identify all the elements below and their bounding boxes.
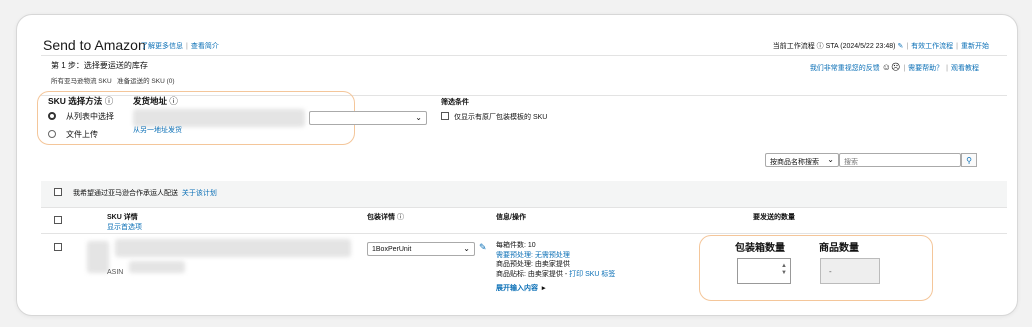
search-input[interactable]: 搜索: [839, 153, 961, 167]
show-preferences-link[interactable]: 显示首选项: [107, 222, 142, 232]
restart-link[interactable]: 重新开始: [961, 43, 989, 50]
asin-label: ASIN: [107, 269, 124, 276]
need-help-link[interactable]: 需要帮助？: [908, 65, 943, 72]
about-program-link[interactable]: 关于该计划: [182, 190, 217, 197]
divider: |: [186, 43, 188, 50]
packing-template-select[interactable]: 1BoxPerUnit ⌄: [367, 242, 475, 256]
pencil-icon[interactable]: ✎: [479, 242, 487, 253]
asin-value-redacted: [129, 261, 185, 273]
table-row-border: [41, 233, 1007, 234]
filter-label: 筛选条件: [441, 99, 469, 106]
table-header-border: [41, 207, 1007, 208]
search-button[interactable]: ⚲: [961, 153, 977, 167]
col-info-actions: 信息/操作: [496, 214, 526, 221]
manufacturer-filter-checkbox[interactable]: [441, 112, 449, 120]
unit-qty-field: -: [820, 258, 880, 284]
divider: |: [903, 65, 906, 72]
col-quantity: 要发送的数量: [753, 214, 795, 221]
item-label-line: 商品贴标: 由卖家提供 - 打印 SKU 标签: [496, 270, 616, 278]
col-sku-details: SKU 详情: [107, 214, 138, 221]
item-prep-line: 商品预处理: 由卖家提供: [496, 261, 570, 268]
workflow-bar: 当前工作流程 ⓘ STA (2024/5/22 23:48) ✎ | 有效工作流程 |…: [773, 41, 989, 51]
view-tutorial-link[interactable]: 观看教程: [951, 65, 979, 72]
product-image-redacted: [87, 241, 109, 273]
radio-from-list[interactable]: [48, 112, 56, 120]
feedback-link[interactable]: 我们非常重视您的反馈: [810, 65, 880, 72]
unit-qty-label: 商品数量: [819, 243, 859, 254]
help-links: 我们非常重视您的反馈 ☺☹ | 需要帮助？ | 观看教程: [810, 62, 979, 73]
caret-right-icon: ▸: [541, 285, 546, 292]
search-type-select[interactable]: 按商品名称搜索 ⌄: [765, 153, 839, 167]
partner-carrier-text: 我希望通过亚马逊合作承运人配送 关于该计划: [73, 190, 217, 197]
box-qty-input[interactable]: ▲ ▼: [737, 258, 791, 284]
current-workflow-text: 当前工作流程 ⓘ STA (2024/5/22 23:48): [772, 43, 896, 50]
info-icon[interactable]: ⓘ: [397, 214, 404, 221]
ready-sku-count: 准备运送的 SKU (0): [117, 78, 175, 85]
select-all-checkbox[interactable]: [54, 216, 62, 224]
radio-from-list-label: 从列表中选择: [66, 112, 114, 121]
row-info-block: 每箱件数: 10 需要预处理: 无需预处理 商品预处理: 由卖家提供 商品贴标:…: [496, 241, 615, 279]
learn-more-link[interactable]: 了解更多信息: [141, 43, 183, 50]
divider: |: [956, 43, 958, 50]
divider: |: [906, 43, 909, 50]
divider: |: [946, 65, 948, 72]
view-intro-link[interactable]: 查看简介: [191, 43, 219, 50]
header-links: 了解更多信息 | 查看简介: [141, 41, 219, 51]
radio-file-upload-label: 文件上传: [66, 130, 98, 139]
stepper-icon[interactable]: ▲ ▼: [781, 263, 787, 277]
step-subtitle: 所有亚马逊物流 SKU 准备运送的 SKU (0): [51, 75, 175, 85]
col-packing-details: 包装详情 ⓘ: [367, 214, 404, 221]
chevron-down-icon: ⌄: [415, 113, 422, 122]
send-to-amazon-panel: Send to Amazon 了解更多信息 | 查看简介 当前工作流程 ⓘ STA …: [16, 14, 1018, 316]
step-title: 第 1 步：选择要运送的库存: [51, 61, 148, 70]
manufacturer-filter-label: 仅显示有原厂包装模板的 SKU: [454, 114, 548, 121]
box-qty-label: 包装箱数量: [735, 243, 785, 254]
ship-from-label: 发货地址 ⓘ: [133, 96, 178, 106]
prep-required-link[interactable]: 需要预处理: 无需预处理: [496, 251, 615, 261]
product-title-redacted: [115, 239, 351, 257]
active-workflows-link[interactable]: 有效工作流程: [911, 43, 953, 50]
info-icon[interactable]: ⓘ: [169, 96, 178, 106]
expand-inputs-link[interactable]: 展开输入内容 ▸: [496, 283, 545, 293]
chevron-down-icon: ⌄: [827, 155, 834, 164]
all-fba-sku: 所有亚马逊物流 SKU: [51, 78, 112, 85]
sku-method-label: SKU 选择方法 ⓘ: [48, 96, 114, 106]
info-icon[interactable]: ⓘ: [105, 96, 114, 106]
search-icon: ⚲: [966, 156, 972, 165]
print-sku-label-link[interactable]: 打印 SKU 标签: [569, 271, 615, 278]
page-title: Send to Amazon: [43, 37, 146, 53]
smiley-icon[interactable]: ☺☹: [882, 62, 901, 72]
row-checkbox[interactable]: [54, 243, 62, 251]
chevron-down-icon: ⌄: [463, 244, 470, 253]
units-per-box: 每箱件数: 10: [496, 242, 536, 249]
radio-file-upload[interactable]: [48, 130, 56, 138]
ship-from-select[interactable]: ⌄: [309, 111, 427, 125]
ship-other-address-link[interactable]: 从另一地址发货: [133, 125, 182, 135]
partner-carrier-checkbox[interactable]: [54, 188, 62, 196]
